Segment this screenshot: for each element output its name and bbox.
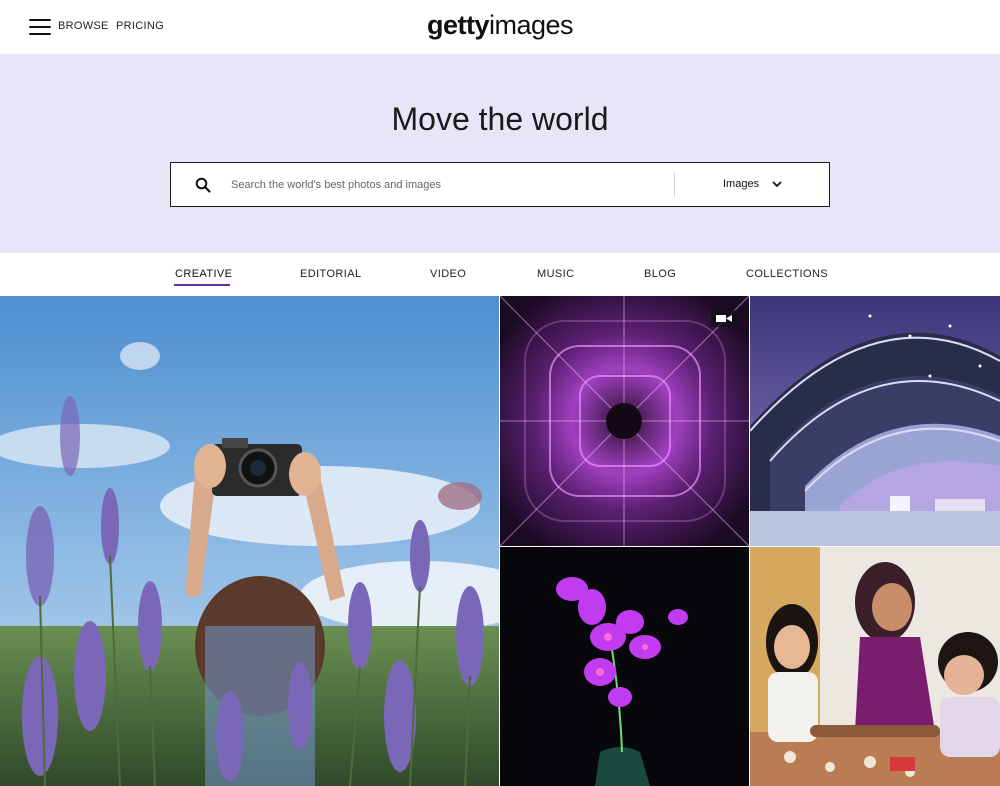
site-header: BROWSE PRICING gettyimages: [0, 0, 1000, 54]
search-input[interactable]: [231, 174, 661, 196]
chevron-down-icon: [772, 181, 782, 188]
tab-creative[interactable]: CREATIVE: [175, 268, 232, 280]
tab-collections[interactable]: COLLECTIONS: [746, 268, 828, 280]
tab-video[interactable]: VIDEO: [430, 268, 466, 280]
image-mosaic: [0, 296, 1000, 786]
mosaic-image-orchid[interactable]: [500, 547, 749, 786]
hero-section: Move the world Images: [0, 54, 1000, 253]
mosaic-image-architecture[interactable]: [750, 296, 1000, 546]
logo-bold-text: getty: [426, 10, 490, 40]
logo-light-text: images: [488, 10, 574, 40]
category-tabs: CREATIVE EDITORIAL VIDEO MUSIC BLOG COLL…: [0, 253, 1000, 296]
search-bar: Images: [170, 162, 830, 207]
active-tab-indicator: [174, 284, 230, 286]
mosaic-image-lavender-field[interactable]: [0, 296, 499, 786]
media-type-select[interactable]: Images: [675, 163, 830, 206]
tab-blog[interactable]: BLOG: [644, 268, 676, 280]
tab-music[interactable]: MUSIC: [537, 268, 574, 280]
hero-title: Move the world: [391, 101, 609, 137]
mosaic-image-family-baking[interactable]: [750, 547, 1000, 786]
search-icon[interactable]: [195, 177, 211, 193]
tab-editorial[interactable]: EDITORIAL: [300, 268, 361, 280]
getty-images-logo[interactable]: gettyimages: [0, 10, 1000, 41]
mosaic-video-abstract-tunnel[interactable]: [500, 296, 749, 546]
media-type-label: Images: [723, 178, 760, 190]
video-camera-icon: [711, 310, 737, 327]
